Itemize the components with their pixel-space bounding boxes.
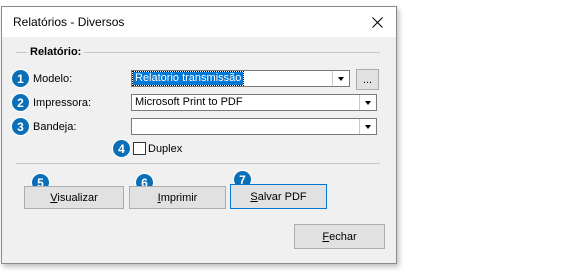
impressora-dropdown-button[interactable] [359, 95, 376, 110]
browse-button[interactable]: ... [356, 69, 379, 90]
group-title: Relatório: [27, 46, 85, 58]
badge-3: 3 [11, 117, 30, 136]
impressora-value: Microsoft Print to PDF [135, 96, 243, 108]
imprimir-button[interactable]: Imprimir [129, 186, 226, 209]
title-bar: Relatórios - Diversos [2, 7, 396, 37]
modelo-value: Relatorio transmissão [131, 71, 245, 86]
chevron-down-icon [365, 124, 371, 129]
visualizar-label: Visualizar [50, 191, 98, 204]
imprimir-label: Imprimir [157, 191, 198, 204]
badge-4: 4 [112, 139, 131, 158]
modelo-combobox[interactable]: Relatorio transmissão [131, 70, 350, 87]
salvar-pdf-button[interactable]: Salvar PDF [230, 184, 327, 209]
fechar-label: Fechar [322, 230, 357, 243]
modelo-label: Modelo: [33, 73, 73, 85]
badge-1: 1 [11, 69, 30, 88]
close-icon [371, 16, 383, 28]
window-title: Relatórios - Diversos [13, 15, 125, 29]
badge-2: 2 [11, 93, 30, 112]
modelo-dropdown-button[interactable] [332, 71, 349, 86]
salvar-pdf-label: Salvar PDF [250, 190, 307, 203]
browse-button-label: ... [362, 73, 373, 86]
separator [16, 163, 380, 164]
duplex-checkbox[interactable] [133, 142, 146, 155]
fechar-button[interactable]: Fechar [294, 224, 385, 249]
chevron-down-icon [338, 76, 344, 81]
bandeja-value [133, 120, 137, 133]
duplex-label: Duplex [148, 143, 183, 155]
bandeja-label: Bandeja: [33, 121, 77, 133]
close-button[interactable] [358, 7, 396, 37]
impressora-label: Impressora: [33, 97, 92, 109]
bandeja-combobox[interactable] [131, 118, 377, 135]
impressora-combobox[interactable]: Microsoft Print to PDF [131, 94, 377, 111]
visualizar-button[interactable]: Visualizar [24, 186, 124, 209]
chevron-down-icon [365, 100, 371, 105]
bandeja-dropdown-button[interactable] [359, 119, 376, 134]
